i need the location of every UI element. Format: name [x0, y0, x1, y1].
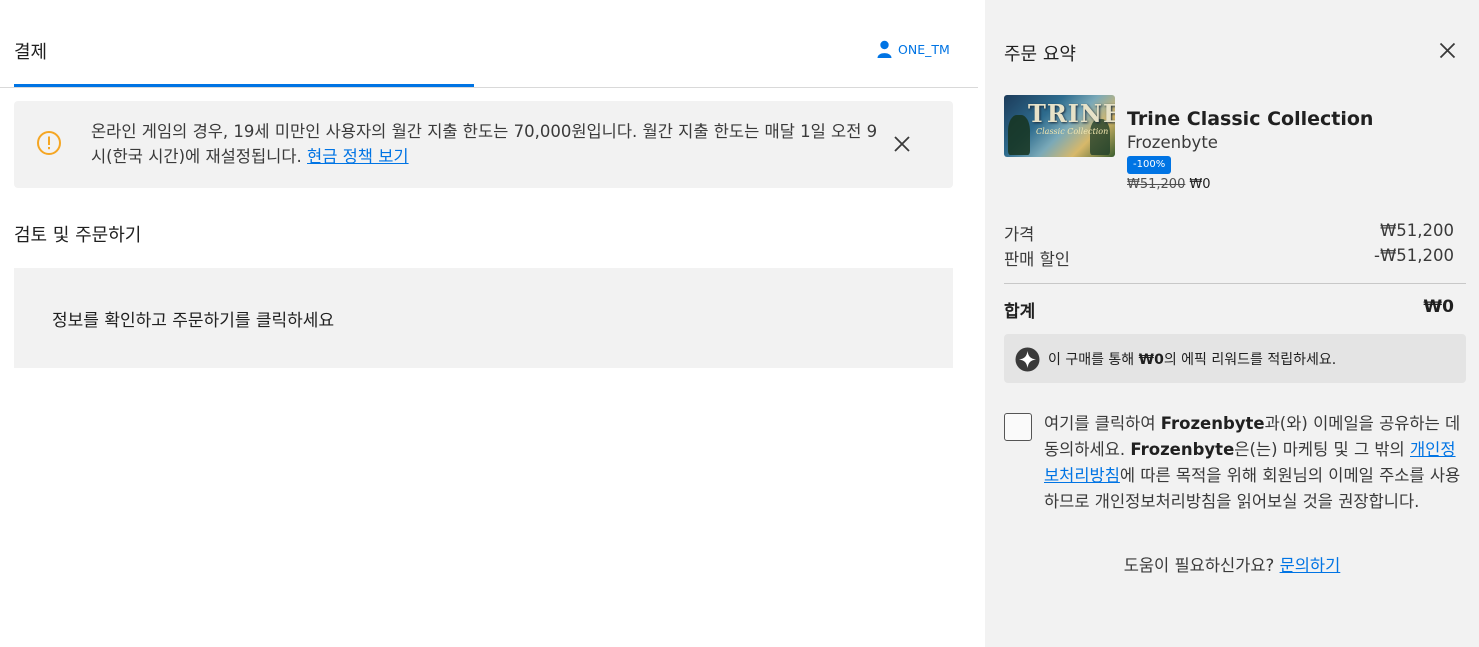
discount-badge: -100%	[1127, 156, 1172, 174]
consent-publisher-1: Frozenbyte	[1160, 414, 1265, 433]
cash-policy-link[interactable]: 현금 정책 보기	[307, 147, 409, 166]
alert-message: 온라인 게임의 경우, 19세 미만인 사용자의 월간 지출 한도는 70,00…	[91, 119, 881, 169]
contact-us-link[interactable]: 문의하기	[1280, 556, 1341, 575]
order-summary-title: 주문 요약	[1004, 44, 1076, 65]
review-section-title: 검토 및 주문하기	[14, 225, 142, 246]
consent-part1: 여기를 클릭하여	[1044, 414, 1161, 433]
user-icon	[877, 40, 892, 58]
review-instruction: 정보를 확인하고 주문하기를 클릭하세요	[52, 311, 335, 331]
final-price: ₩0	[1189, 177, 1211, 192]
total-label: 합계	[1004, 302, 1036, 322]
thumbnail-logo-text: TRINE	[1028, 99, 1115, 128]
review-box: 정보를 확인하고 주문하기를 클릭하세요	[14, 268, 953, 368]
product-thumbnail: TRINE Classic Collection	[1004, 95, 1115, 157]
help-text: 도움이 필요하신가요?	[1123, 556, 1280, 575]
price-row: 가격 ₩51,200	[1004, 221, 1454, 245]
checkout-main-panel: 결제 ONE_TM 온라인 게임의 경우, 19세 미만인 사용자의 월간 지출…	[0, 0, 985, 647]
help-line: 도움이 필요하신가요? 문의하기	[985, 552, 1479, 576]
tab-active-indicator	[14, 84, 474, 87]
product-publisher: Frozenbyte	[1127, 133, 1218, 152]
email-consent-checkbox[interactable]	[1004, 413, 1032, 441]
username-label: ONE_TM	[898, 41, 950, 57]
reward-suffix: 의 에픽 리워드를 적립하세요.	[1163, 352, 1337, 368]
summary-divider	[1004, 283, 1466, 284]
alert-message-text: 온라인 게임의 경우, 19세 미만인 사용자의 월간 지출 한도는 70,00…	[91, 122, 878, 166]
email-consent-text: 여기를 클릭하여 Frozenbyte과(와) 이메일을 공유하는 데 동의하세…	[1044, 411, 1469, 515]
price-label: 가격	[1004, 225, 1035, 244]
order-summary-panel: 주문 요약 TRINE Classic Collection Trine Cla…	[985, 0, 1479, 647]
close-icon[interactable]	[1439, 42, 1456, 59]
product-name: Trine Classic Collection	[1127, 108, 1374, 130]
epic-rewards-banner: 이 구매를 통해 ₩0의 에픽 리워드를 적립하세요.	[1004, 334, 1466, 383]
warning-circle-icon	[37, 131, 61, 155]
total-value: ₩0	[1423, 297, 1454, 317]
user-account[interactable]: ONE_TM	[877, 40, 950, 58]
tab-checkout[interactable]: 결제	[14, 38, 47, 64]
reward-amount: ₩0	[1138, 352, 1164, 368]
price-value: ₩51,200	[1379, 221, 1454, 240]
product-price-line: ₩51,200 ₩0	[1127, 177, 1210, 192]
original-price: ₩51,200	[1127, 177, 1186, 192]
checkout-header: 결제 ONE_TM	[0, 0, 978, 88]
thumbnail-tree-left	[1008, 115, 1030, 155]
total-row: 합계 ₩0	[1004, 297, 1454, 322]
consent-publisher-2: Frozenbyte	[1130, 440, 1235, 459]
discount-row: 판매 할인 -₩51,200	[1004, 246, 1454, 270]
thumbnail-logo-subtext: Classic Collection	[1036, 127, 1109, 136]
close-icon[interactable]	[893, 135, 911, 153]
consent-part3: 은(는) 마케팅 및 그 밖의	[1234, 440, 1410, 459]
reward-prefix: 이 구매를 통해	[1048, 352, 1139, 368]
discount-label: 판매 할인	[1004, 250, 1070, 269]
discount-value: -₩51,200	[1373, 246, 1454, 265]
spending-limit-alert: 온라인 게임의 경우, 19세 미만인 사용자의 월간 지출 한도는 70,00…	[14, 101, 953, 188]
reward-message: 이 구매를 통해 ₩0의 에픽 리워드를 적립하세요.	[1048, 349, 1336, 369]
epic-rewards-icon	[1015, 347, 1040, 372]
